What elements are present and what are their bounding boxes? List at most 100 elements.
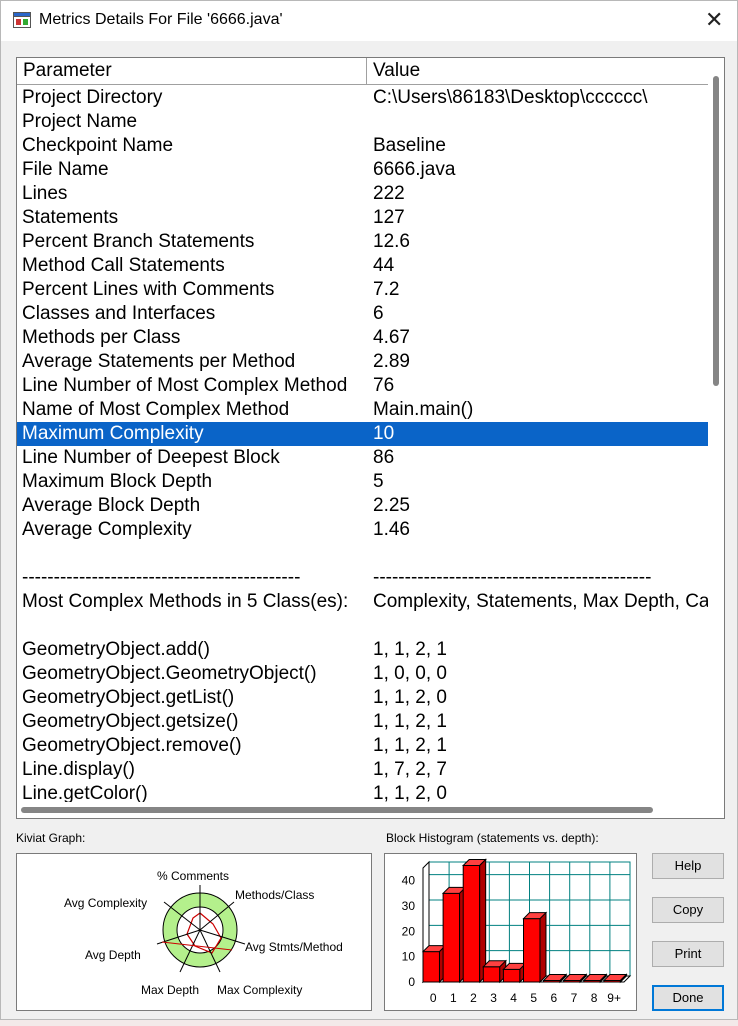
parameter-cell: Line Number of Most Complex Method	[22, 375, 348, 396]
table-row[interactable]: Percent Branch Statements 12.6	[17, 230, 709, 254]
table-row[interactable]: Average Complexity 1.46	[17, 518, 709, 542]
block-histogram: 40 30 20 10 0 0 1 2 3 4 5 6 7 8 9+	[384, 853, 637, 1011]
vertical-scrollbar[interactable]	[708, 58, 724, 802]
table-row[interactable]: Average Statements per Method 2.89	[17, 350, 709, 374]
histogram-svg: 4030201000 1 2 3 4 5 6 7 8 9+	[402, 858, 632, 1005]
kiviat-axis-label: Methods/Class	[235, 888, 314, 902]
table-row[interactable]: Line Number of Deepest Block 86	[17, 446, 709, 470]
value-cell: 10	[373, 423, 395, 444]
horizontal-scroll-thumb[interactable]	[21, 807, 653, 813]
kiviat-axis-label: Avg Complexity	[64, 896, 147, 910]
table-row[interactable]	[17, 614, 709, 638]
value-cell: 1, 1, 2, 1	[373, 639, 447, 660]
table-row[interactable]: Method Call Statements 44	[17, 254, 709, 278]
parameter-cell: Name of Most Complex Method	[22, 399, 290, 420]
close-button[interactable]: ✕	[695, 3, 731, 39]
histogram-y-tick: 20	[402, 924, 416, 938]
table-row[interactable]: Checkpoint Name Baseline	[17, 134, 709, 158]
value-cell: 12.6	[373, 231, 410, 252]
parameter-cell: File Name	[22, 159, 109, 180]
table-row[interactable]: Methods per Class 4.67	[17, 326, 709, 350]
parameter-cell: GeometryObject.add()	[22, 639, 210, 660]
table-header: Parameter Value	[17, 58, 709, 85]
horizontal-scrollbar[interactable]	[17, 802, 724, 818]
histogram-bar	[523, 918, 541, 983]
parameter-cell: Line Number of Deepest Block	[22, 447, 280, 468]
table-row[interactable]: GeometryObject.getsize() 1, 1, 2, 1	[17, 710, 709, 734]
table-row[interactable]: Most Complex Methods in 5 Class(es): Comp…	[17, 590, 724, 614]
table-row[interactable]: ----------------------------------------…	[17, 566, 709, 590]
histogram-x-tick: 1	[450, 991, 457, 1005]
value-cell: 127	[373, 207, 405, 228]
column-header-value[interactable]: Value	[367, 58, 709, 84]
table-row[interactable]: GeometryObject.add() 1, 1, 2, 1	[17, 638, 709, 662]
parameter-cell: Methods per Class	[22, 327, 181, 348]
parameter-cell: Line.display()	[22, 759, 135, 780]
metrics-table: Parameter Value Project Directory C:\User…	[16, 57, 725, 819]
table-row[interactable]: GeometryObject.GeometryObject() 1, 0, 0, …	[17, 662, 709, 686]
parameter-cell: Most Complex Methods in 5 Class(es):	[22, 591, 349, 612]
table-row[interactable]: Project Directory C:\Users\86183\Desktop\…	[17, 86, 709, 110]
histogram-bar-side	[479, 858, 487, 984]
value-cell: 76	[373, 375, 395, 396]
histogram-label: Block Histogram (statements vs. depth):	[386, 831, 599, 845]
kiviat-axis-label: Avg Depth	[85, 948, 141, 962]
table-row[interactable]: Statements 127	[17, 206, 709, 230]
value-cell: 86	[373, 447, 395, 468]
histogram-y-tick: 0	[408, 975, 415, 989]
histogram-x-tick: 8	[591, 991, 598, 1005]
histogram-x-tick: 4	[510, 991, 517, 1005]
table-row[interactable]	[17, 542, 709, 566]
parameter-cell: Classes and Interfaces	[22, 303, 216, 324]
table-row[interactable]: Lines 222	[17, 182, 709, 206]
table-row[interactable]: Project Name	[17, 110, 709, 134]
table-row[interactable]: Percent Lines with Comments 7.2	[17, 278, 709, 302]
bottom-strip	[0, 1020, 738, 1026]
close-icon: ✕	[705, 7, 724, 32]
histogram-bar	[482, 966, 501, 983]
kiviat-svg: % Comments Methods/Class Avg Stmts/Metho…	[64, 869, 343, 997]
value-cell: 44	[373, 255, 395, 276]
help-button[interactable]: Help	[652, 853, 724, 879]
table-row[interactable]: Line.display() 1, 7, 2, 7	[17, 758, 709, 782]
copy-button[interactable]: Copy	[652, 897, 724, 923]
histogram-x-tick: 3	[490, 991, 497, 1005]
value-cell: Main.main()	[373, 399, 474, 420]
histogram-y-tick: 40	[402, 874, 416, 888]
value-cell: 1, 7, 2, 7	[373, 759, 447, 780]
table-row[interactable]: Maximum Block Depth 5	[17, 470, 709, 494]
table-row[interactable]: GeometryObject.remove() 1, 1, 2, 1	[17, 734, 709, 758]
print-button[interactable]: Print	[652, 941, 724, 967]
vertical-scroll-thumb[interactable]	[713, 76, 719, 386]
kiviat-graph-label: Kiviat Graph:	[16, 831, 86, 845]
histogram-y-tick: 30	[402, 899, 416, 913]
done-button[interactable]: Done	[652, 985, 724, 1011]
table-row[interactable]: File Name 6666.java	[17, 158, 709, 182]
table-row[interactable]: GeometryObject.getList() 1, 1, 2, 0	[17, 686, 709, 710]
parameter-cell: Average Statements per Method	[22, 351, 296, 372]
window-title: Metrics Details For File '6666.java'	[39, 11, 283, 28]
table-row[interactable]: Classes and Interfaces 6	[17, 302, 709, 326]
value-cell: 6666.java	[373, 159, 456, 180]
table-row[interactable]: Name of Most Complex Method Main.main()	[17, 398, 709, 422]
parameter-cell: Maximum Block Depth	[22, 471, 213, 492]
value-cell: 1, 1, 2, 1	[373, 735, 447, 756]
value-cell: 7.2	[373, 279, 400, 300]
parameter-cell: ----------------------------------------…	[22, 567, 301, 588]
table-row[interactable]: Line Number of Most Complex Method 76	[17, 374, 709, 398]
parameter-cell: Method Call Statements	[22, 255, 225, 276]
histogram-x-tick: 2	[470, 991, 477, 1005]
value-cell: 2.89	[373, 351, 410, 372]
table-row[interactable]: Average Block Depth 2.25	[17, 494, 709, 518]
value-cell: 1.46	[373, 519, 410, 540]
parameter-cell: Percent Lines with Comments	[22, 279, 275, 300]
histogram-x-tick: 5	[530, 991, 537, 1005]
histogram-bar	[462, 864, 481, 983]
parameter-cell: Percent Branch Statements	[22, 231, 255, 252]
column-header-parameter[interactable]: Parameter	[17, 58, 367, 84]
parameter-cell: Maximum Complexity	[22, 423, 204, 444]
parameter-cell: GeometryObject.remove()	[22, 735, 242, 756]
window-app-icon	[13, 12, 31, 28]
parameter-cell: GeometryObject.GeometryObject()	[22, 663, 317, 684]
table-row[interactable]: Maximum Complexity 10	[17, 422, 709, 446]
